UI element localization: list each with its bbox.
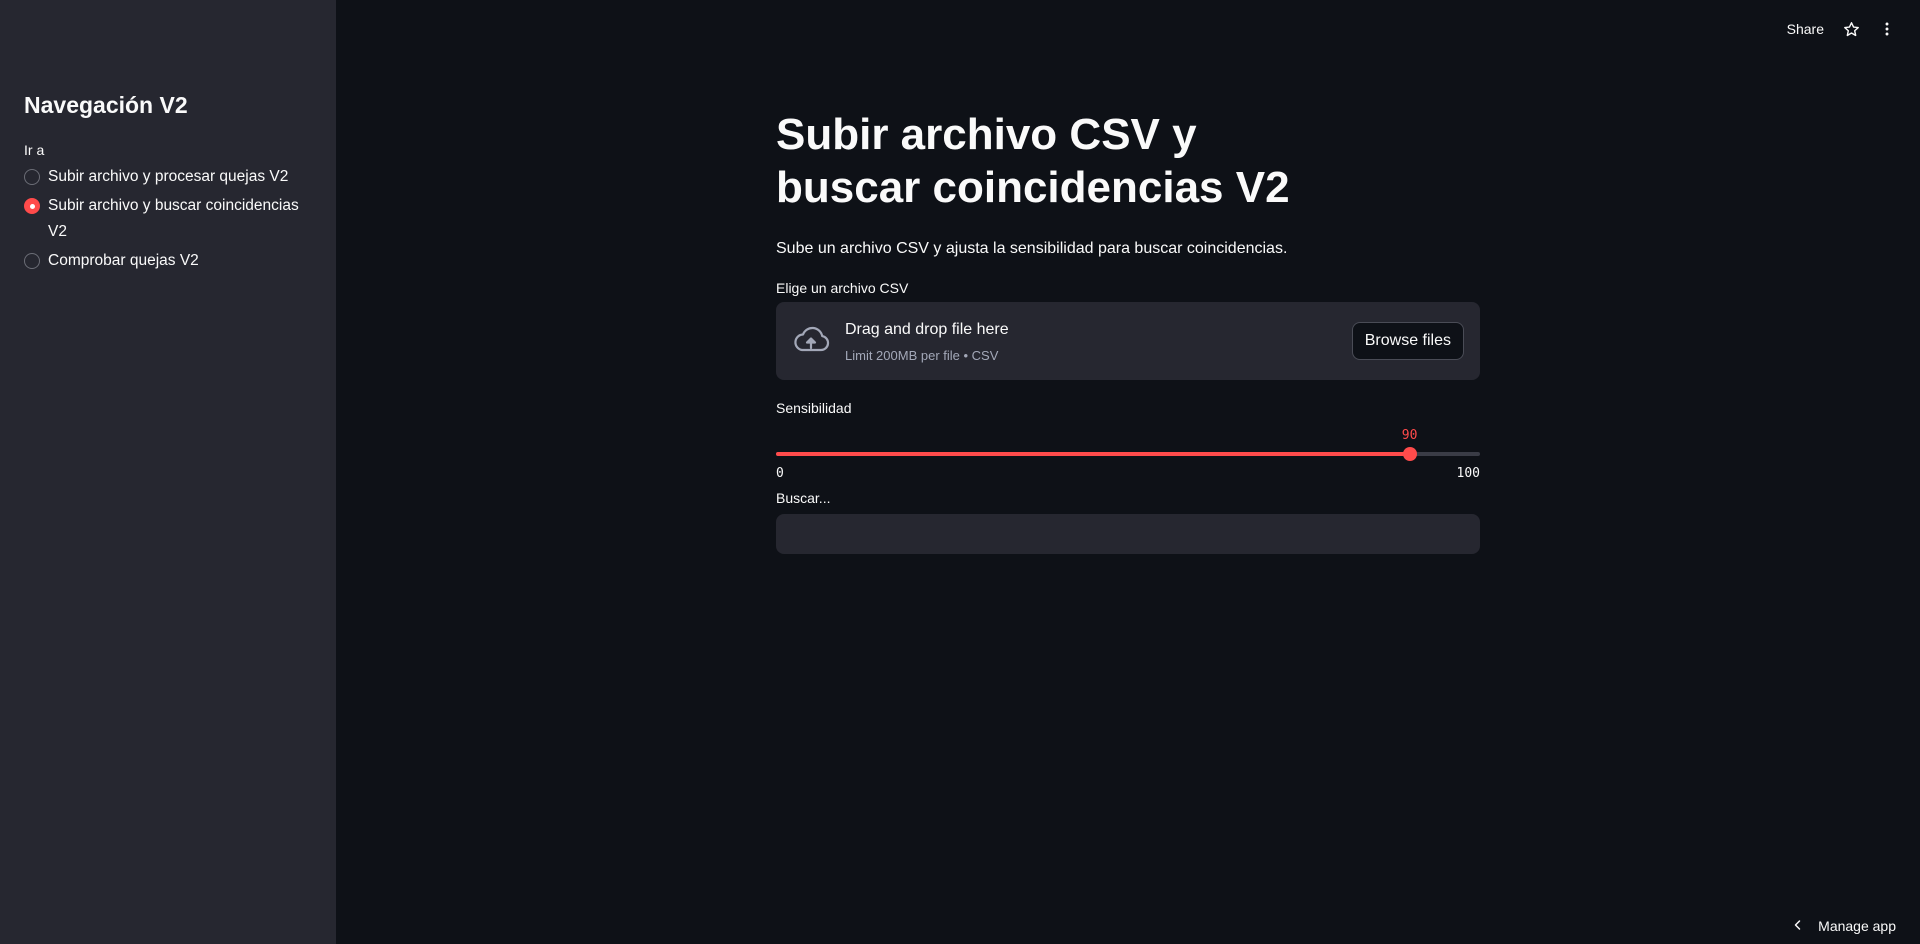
- navigation-radio-group: Subir archivo y procesar quejas V2 Subir…: [24, 166, 304, 279]
- radio-option-label: Subir archivo y buscar coincidencias V2: [48, 197, 299, 240]
- slider-track[interactable]: [776, 452, 1480, 456]
- search-input[interactable]: [776, 514, 1480, 554]
- slider-max-label: 100: [1456, 466, 1480, 481]
- more-vertical-icon[interactable]: [1878, 20, 1896, 38]
- slider-label: Sensibilidad: [776, 400, 852, 416]
- dropzone-limit-text: Limit 200MB per file • CSV: [845, 348, 999, 363]
- main-content: Subir archivo CSV y buscar coincidencias…: [776, 108, 1480, 554]
- sensitivity-slider[interactable]: 90 0 100: [776, 416, 1480, 482]
- slider-value: 90: [1401, 428, 1418, 443]
- manage-app-label: Manage app: [1818, 918, 1896, 934]
- radio-group-label: Ir a: [24, 142, 45, 158]
- radio-option-procesar-quejas[interactable]: Subir archivo y procesar quejas V2: [24, 166, 304, 190]
- star-icon[interactable]: [1842, 20, 1860, 38]
- radio-option-comprobar-quejas[interactable]: Comprobar quejas V2: [24, 250, 304, 274]
- radio-option-label: Subir archivo y procesar quejas V2: [48, 168, 289, 185]
- radio-option-buscar-coincidencias[interactable]: Subir archivo y buscar coincidencias V2: [24, 195, 304, 245]
- browse-files-button[interactable]: Browse files: [1351, 322, 1464, 360]
- slider-min-label: 0: [776, 466, 784, 481]
- manage-app-button[interactable]: Manage app: [1792, 918, 1896, 934]
- file-dropzone[interactable]: Drag and drop file here Limit 200MB per …: [776, 302, 1480, 380]
- cloud-upload-icon: [792, 324, 830, 356]
- radio-button[interactable]: [24, 169, 40, 185]
- page-title: Subir archivo CSV y buscar coincidencias…: [776, 110, 1290, 212]
- dropzone-title: Drag and drop file here: [845, 321, 1009, 338]
- slider-thumb[interactable]: [1402, 447, 1417, 461]
- slider-fill: [776, 452, 1410, 456]
- sidebar: Navegación V2 Ir a Subir archivo y proce…: [0, 0, 336, 944]
- page-description: Sube un archivo CSV y ajusta la sensibil…: [776, 240, 1288, 257]
- search-label: Buscar...: [776, 490, 831, 506]
- radio-option-label: Comprobar quejas V2: [48, 252, 199, 269]
- share-button[interactable]: Share: [1787, 21, 1824, 37]
- header-actions: Share: [1787, 20, 1896, 38]
- radio-button[interactable]: [24, 253, 40, 269]
- chevron-left-icon: [1792, 918, 1804, 934]
- uploader-label: Elige un archivo CSV: [776, 280, 909, 296]
- sidebar-title: Navegación V2: [24, 92, 188, 118]
- radio-button-selected[interactable]: [24, 198, 40, 214]
